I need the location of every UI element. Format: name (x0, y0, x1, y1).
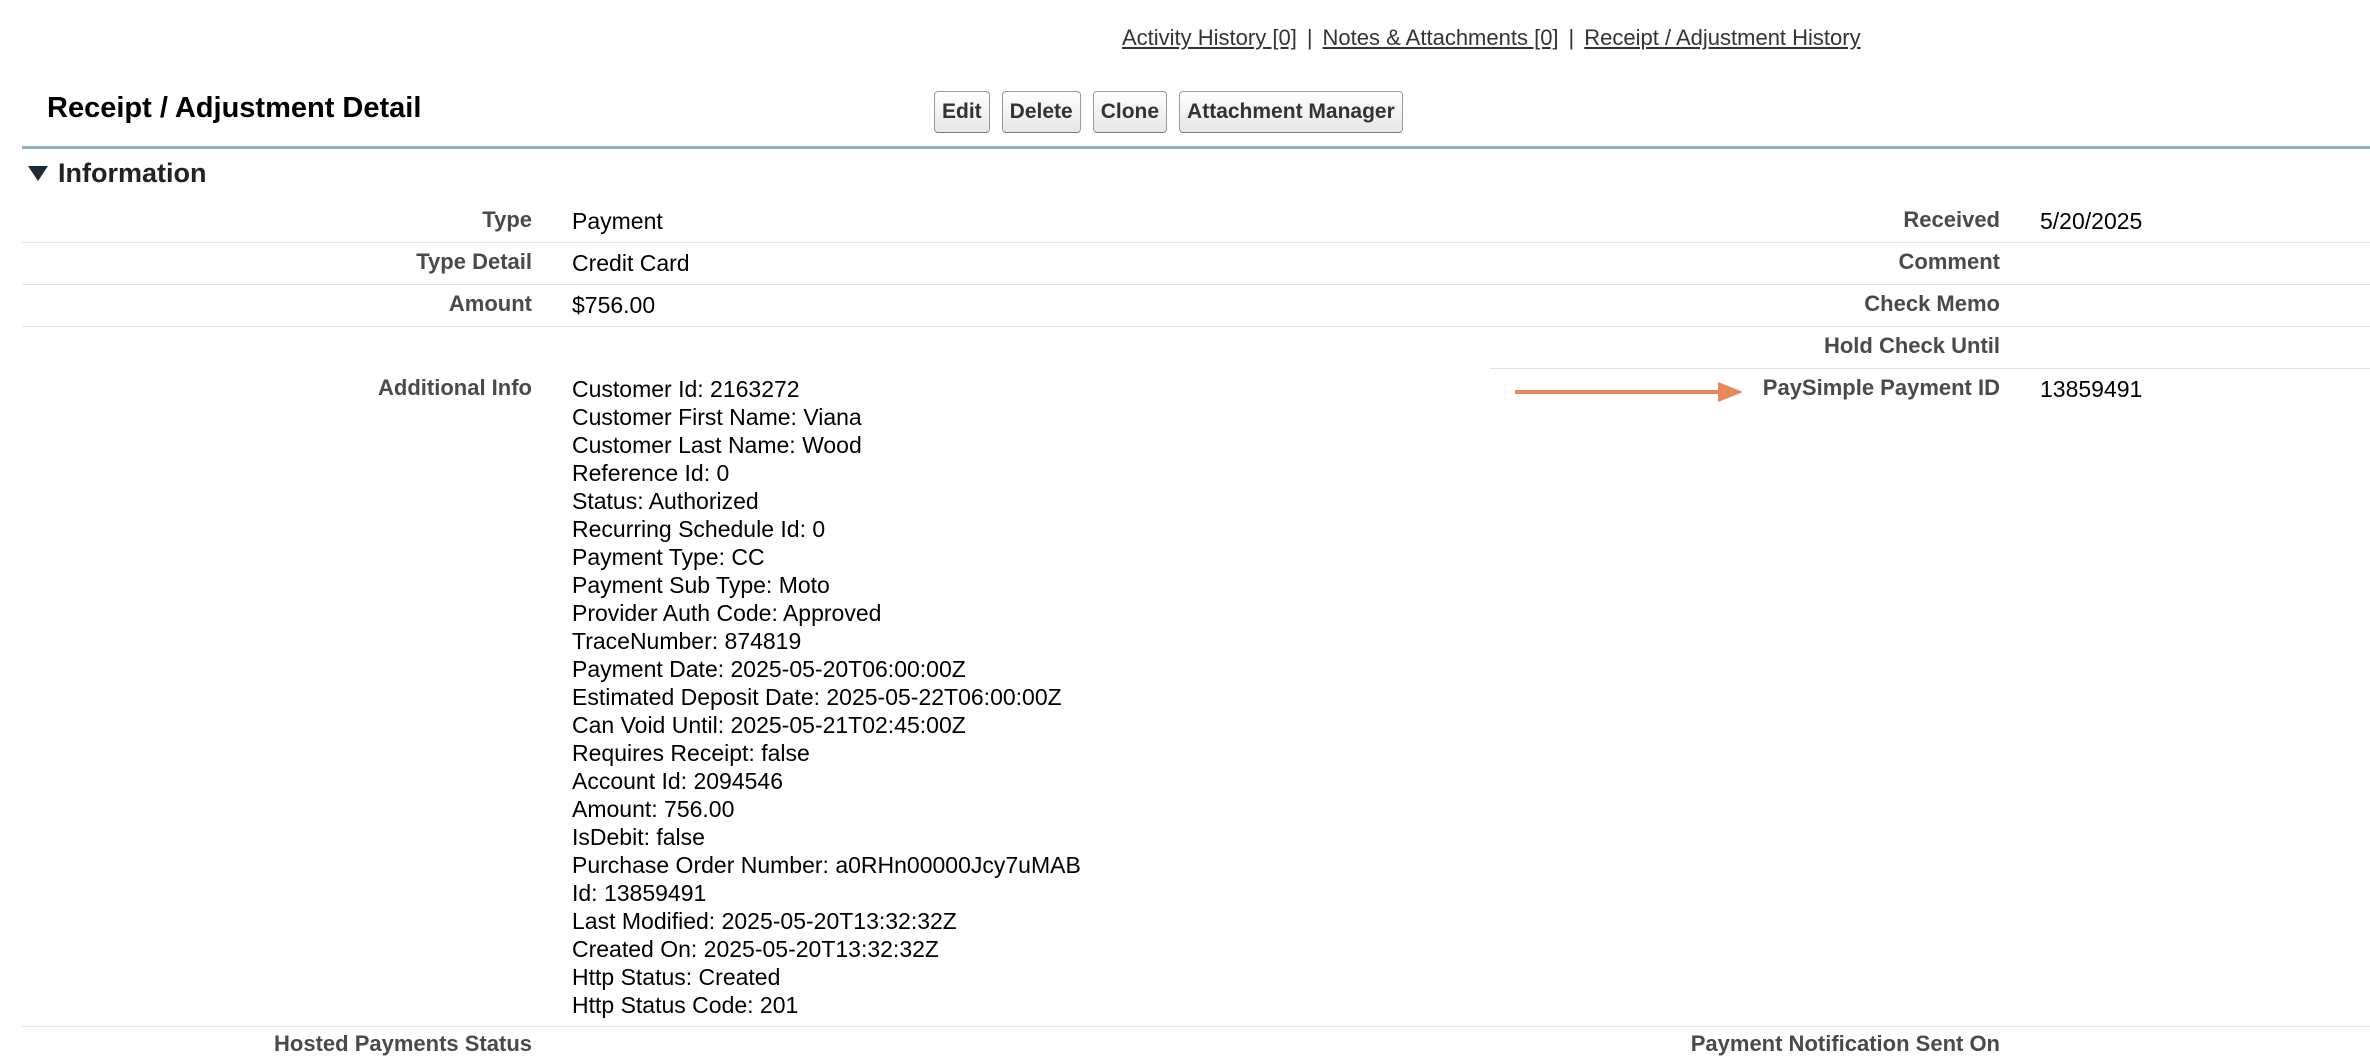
link-separator: | (1306, 25, 1313, 50)
row-divider (1490, 242, 2370, 243)
delete-button[interactable]: Delete (1001, 91, 1081, 133)
triangle-down-icon[interactable] (28, 166, 48, 181)
additional-info-line: Customer First Name: Viana (572, 404, 862, 430)
additional-info-line: Requires Receipt: false (572, 740, 810, 766)
receipt-adjustment-history-link[interactable]: Receipt / Adjustment History (1584, 25, 1860, 50)
payment-notification-sent-on-label: Payment Notification Sent On (1690, 1031, 2000, 1056)
section-divider (22, 146, 2370, 149)
additional-info-line: Payment Date: 2025-05-20T06:00:00Z (572, 656, 966, 682)
additional-info-line: Created On: 2025-05-20T13:32:32Z (572, 936, 939, 962)
row-divider (22, 326, 1490, 327)
additional-info-line: Provider Auth Code: Approved (572, 600, 882, 626)
additional-info-line: Customer Last Name: Wood (572, 432, 862, 458)
page-title: Receipt / Adjustment Detail (47, 92, 422, 124)
additional-info-line: Customer Id: 2163272 (572, 376, 800, 402)
additional-info-line: Amount: 756.00 (572, 796, 735, 822)
top-links: Activity History [0] | Notes & Attachments… (1122, 25, 1861, 51)
paysimple-payment-id-value: 13859491 (2040, 376, 2143, 402)
amount-label: Amount (448, 291, 532, 316)
additional-info-line: Estimated Deposit Date: 2025-05-22T06:00… (572, 684, 1062, 710)
arrow-right-icon (1515, 382, 1743, 402)
row-divider (22, 284, 1490, 285)
check-memo-label: Check Memo (1864, 291, 2000, 316)
additional-info-line: TraceNumber: 874819 (572, 628, 802, 654)
section-title: Information (58, 158, 207, 188)
additional-info-line: Http Status: Created (572, 964, 781, 990)
comment-label: Comment (1898, 249, 2000, 274)
row-divider (1490, 368, 2370, 369)
additional-info-line: Payment Sub Type: Moto (572, 572, 830, 598)
link-separator: | (1568, 25, 1575, 50)
amount-value: $756.00 (572, 292, 656, 318)
received-value: 5/20/2025 (2040, 208, 2143, 234)
additional-info-line: Status: Authorized (572, 488, 759, 514)
type-detail-value: Credit Card (572, 250, 690, 276)
type-label: Type (482, 207, 532, 232)
type-detail-label: Type Detail (416, 249, 532, 274)
edit-button[interactable]: Edit (934, 91, 990, 133)
button-bar: Edit Delete Clone Attachment Manager (934, 91, 1403, 133)
additional-info-line: Recurring Schedule Id: 0 (572, 516, 826, 542)
row-divider (1490, 326, 2370, 327)
additional-info-line: Id: 13859491 (572, 880, 707, 906)
additional-info-line: Http Status Code: 201 (572, 992, 799, 1018)
additional-info-line: Last Modified: 2025-05-20T13:32:32Z (572, 908, 957, 934)
hosted-payments-status-label: Hosted Payments Status (274, 1031, 532, 1056)
additional-info-line: Can Void Until: 2025-05-21T02:45:00Z (572, 712, 966, 738)
additional-info-line: Payment Type: CC (572, 544, 765, 570)
activity-history-link[interactable]: Activity History [0] (1122, 25, 1297, 50)
additional-info-value: Customer Id: 2163272 Customer First Name… (572, 375, 1081, 1019)
clone-button[interactable]: Clone (1092, 91, 1168, 133)
additional-info-line: Account Id: 2094546 (572, 768, 783, 794)
section-header[interactable]: Information (28, 158, 207, 189)
additional-info-line: Purchase Order Number: a0RHn00000Jcy7uMA… (572, 852, 1081, 878)
row-divider (1490, 284, 2370, 285)
hold-check-until-label: Hold Check Until (1823, 333, 2000, 358)
additional-info-label: Additional Info (378, 375, 532, 400)
attachment-manager-button[interactable]: Attachment Manager (1179, 91, 1403, 133)
received-label: Received (1903, 207, 2000, 232)
paysimple-payment-id-label: PaySimple Payment ID (1762, 375, 2000, 400)
additional-info-line: Reference Id: 0 (572, 460, 730, 486)
row-divider (22, 242, 1490, 243)
row-divider (22, 1026, 2370, 1027)
notes-attachments-link[interactable]: Notes & Attachments [0] (1323, 25, 1559, 50)
type-value: Payment (572, 208, 663, 234)
additional-info-line: IsDebit: false (572, 824, 705, 850)
